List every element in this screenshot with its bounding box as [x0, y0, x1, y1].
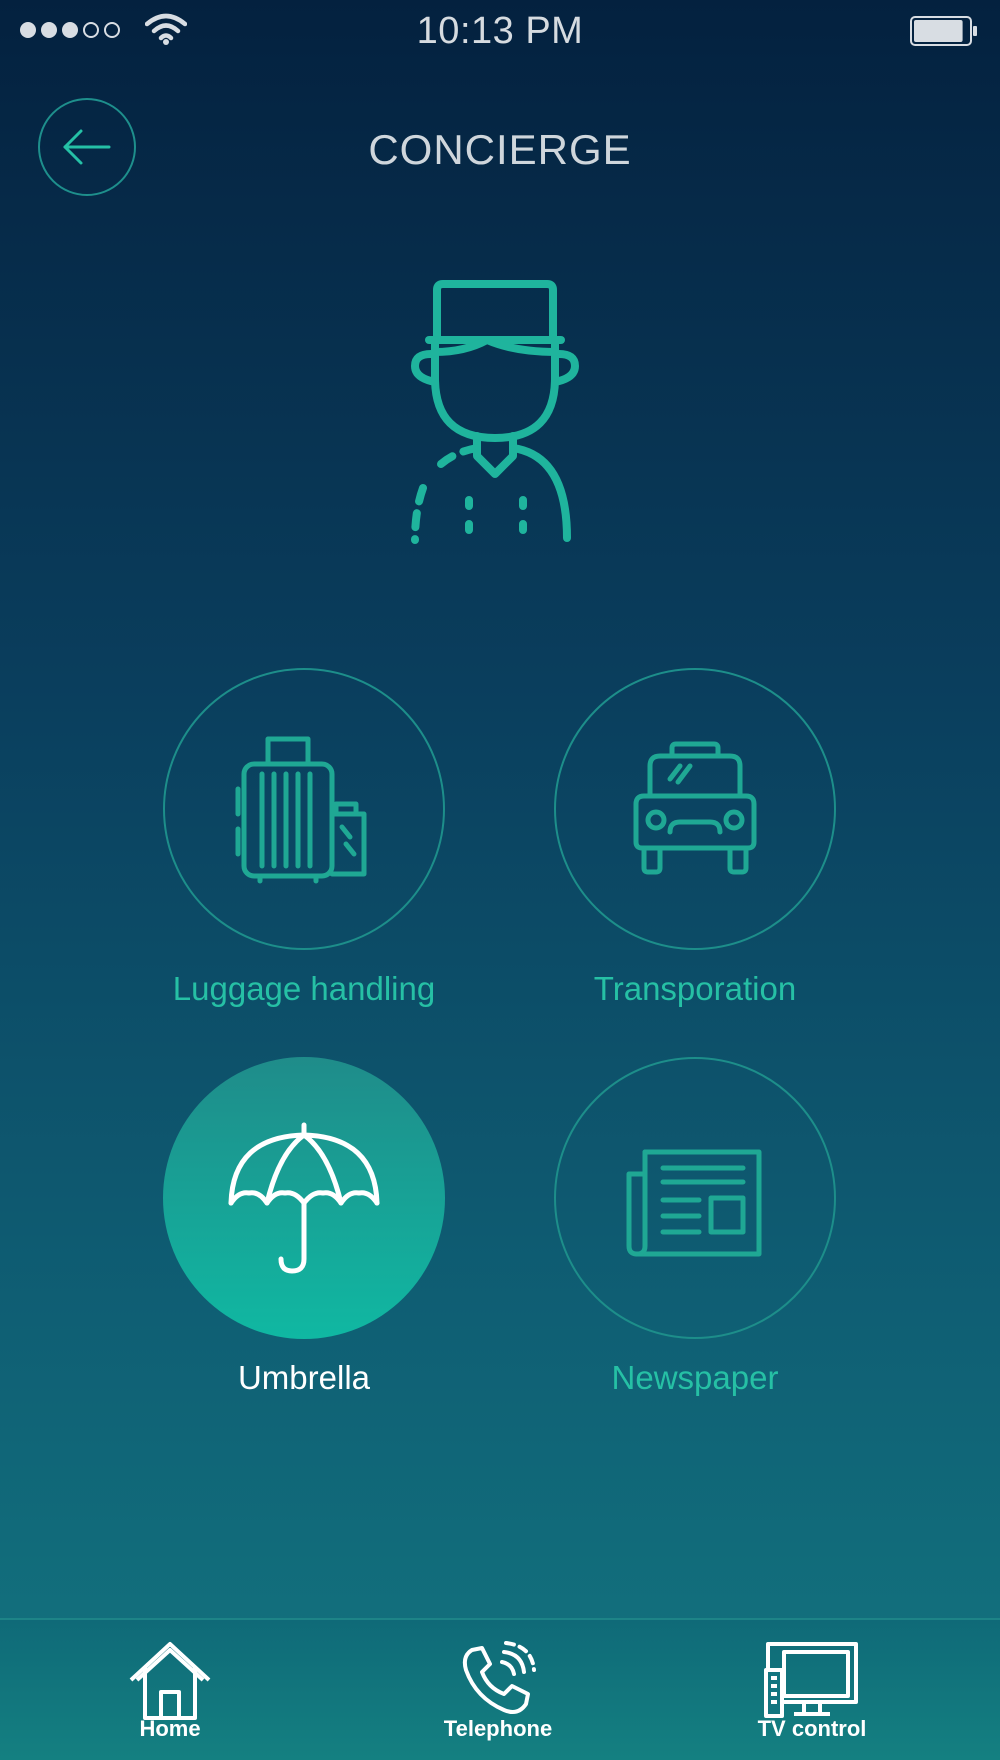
- service-circle: [554, 1057, 836, 1339]
- phone-icon: [462, 1641, 536, 1714]
- umbrella-icon: [228, 1122, 380, 1274]
- service-circle: [554, 668, 836, 950]
- tab-bar: Home Telephone TV control: [0, 1618, 1000, 1760]
- luggage-icon: [235, 736, 367, 884]
- status-bar: 10:13 PM: [0, 0, 1000, 62]
- service-label: Umbrella: [237, 1359, 371, 1396]
- service-label: Newspaper: [611, 1359, 779, 1396]
- umbrella-button[interactable]: Umbrella: [154, 1057, 454, 1397]
- tab-home[interactable]: Home: [70, 1620, 270, 1760]
- service-label: Transporation: [593, 970, 797, 1007]
- service-label: Luggage handling: [172, 970, 436, 1007]
- luggage-handling-button[interactable]: Luggage handling: [154, 668, 454, 1008]
- tab-label: Telephone: [443, 1716, 553, 1741]
- tab-label: TV control: [757, 1716, 867, 1741]
- page-title: CONCIERGE: [368, 126, 632, 173]
- battery-icon: [910, 16, 977, 46]
- bellboy-icon: [411, 280, 579, 544]
- car-icon: [633, 741, 757, 875]
- tv-icon: [764, 1642, 858, 1718]
- concierge-screen: 10:13 PM CONCIERGE Luggage handling Tran…: [0, 0, 1000, 1760]
- tab-label: Home: [139, 1716, 201, 1741]
- transportation-button[interactable]: Transporation: [545, 668, 845, 1008]
- newspaper-icon: [626, 1149, 762, 1257]
- home-icon: [129, 1642, 211, 1720]
- newspaper-button[interactable]: Newspaper: [545, 1057, 845, 1397]
- tab-tv-control[interactable]: TV control: [712, 1620, 912, 1760]
- service-circle-selected: [163, 1057, 445, 1339]
- tab-telephone[interactable]: Telephone: [398, 1620, 598, 1760]
- status-time: 10:13 PM: [416, 10, 584, 52]
- service-circle: [163, 668, 445, 950]
